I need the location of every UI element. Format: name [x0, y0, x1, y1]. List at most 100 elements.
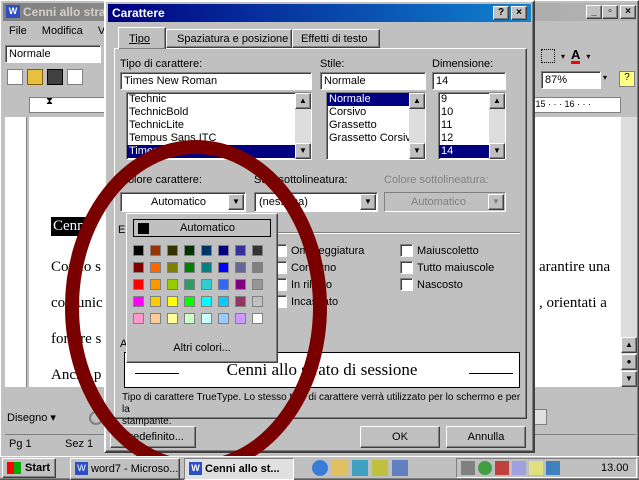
scroll-next-page-icon[interactable]: ▼ — [621, 371, 637, 387]
app-icon[interactable] — [392, 460, 408, 476]
tray-network-icon[interactable] — [461, 461, 475, 475]
color-swatch[interactable] — [201, 296, 212, 307]
scroll-up-icon[interactable]: ▲ — [295, 93, 311, 109]
tray-app-icon[interactable] — [546, 461, 560, 475]
tab-tipo[interactable]: Tipo — [118, 27, 166, 49]
print-icon[interactable] — [67, 69, 83, 85]
3d-icon[interactable] — [533, 409, 547, 425]
dropdown-arrow-icon[interactable]: ▾ — [586, 52, 590, 61]
color-swatch[interactable] — [201, 313, 212, 324]
color-swatch[interactable] — [235, 296, 246, 307]
task-word7[interactable]: W word7 - Microso... — [70, 458, 180, 480]
color-swatch[interactable] — [218, 262, 229, 273]
color-swatch[interactable] — [201, 279, 212, 290]
scroll-down-icon[interactable]: ▼ — [489, 143, 505, 159]
color-swatch[interactable] — [167, 313, 178, 324]
color-swatch[interactable] — [235, 279, 246, 290]
checkbox[interactable] — [400, 244, 413, 257]
zoom-dropdown-icon[interactable]: ▾ — [603, 73, 607, 82]
word-close-button[interactable]: × — [620, 5, 636, 19]
color-swatch[interactable] — [184, 313, 195, 324]
open-folder-icon[interactable] — [27, 69, 43, 85]
font-color-combobox[interactable]: Automatico ▼ — [120, 192, 246, 212]
dropdown-arrow-icon[interactable]: ▾ — [561, 52, 565, 61]
list-item[interactable]: TechnicLite — [127, 119, 311, 132]
effect-ombreggiatura[interactable]: Ombreggiatura — [274, 242, 394, 259]
style-combobox[interactable]: Normale — [5, 45, 101, 63]
start-button[interactable]: Start — [2, 458, 56, 478]
effect-contorno[interactable]: Contorno — [274, 259, 394, 276]
color-swatch[interactable] — [235, 313, 246, 324]
dropdown-arrow-icon[interactable]: ▼ — [360, 194, 376, 210]
effect-incassato[interactable]: Incassato — [274, 293, 394, 310]
palette-auto-button[interactable]: Automatico — [133, 219, 271, 237]
list-item[interactable]: TechnicBold — [127, 106, 311, 119]
color-swatch[interactable] — [167, 279, 178, 290]
size-list-scrollbar[interactable]: ▲ ▼ — [489, 93, 505, 159]
color-swatch[interactable] — [201, 245, 212, 256]
color-swatch[interactable] — [133, 313, 144, 324]
tray-speaker-icon[interactable] — [529, 461, 543, 475]
dialog-help-button[interactable]: ? — [493, 6, 509, 20]
tab-effetti[interactable]: Effetti di testo — [292, 29, 380, 48]
color-swatch[interactable] — [150, 279, 161, 290]
tab-spaziatura[interactable]: Spaziatura e posizione — [166, 29, 292, 48]
channels-icon[interactable] — [372, 460, 388, 476]
color-swatch[interactable] — [235, 262, 246, 273]
color-swatch[interactable] — [133, 279, 144, 290]
maximize-button[interactable]: ▫ — [602, 5, 618, 19]
font-name-input[interactable]: Times New Roman — [120, 72, 312, 90]
scroll-down-icon[interactable]: ▼ — [295, 143, 311, 159]
ok-button[interactable]: OK — [360, 426, 440, 448]
checkbox[interactable] — [400, 278, 413, 291]
tray-globe-icon[interactable] — [478, 461, 492, 475]
minimize-button[interactable]: _ — [586, 5, 602, 19]
palette-more-colors[interactable]: Altri colori... — [127, 342, 277, 354]
font-color-icon[interactable]: A — [571, 48, 581, 64]
task-cenni[interactable]: W Cenni allo st... — [184, 458, 294, 480]
style-list[interactable]: Normale Corsivo Grassetto Grassetto Cors… — [326, 92, 426, 160]
color-swatch[interactable] — [167, 262, 178, 273]
color-swatch[interactable] — [150, 313, 161, 324]
effect-maiuscoletto[interactable]: Maiuscoletto — [400, 242, 520, 259]
font-name-list[interactable]: Technic TechnicBold TechnicLite Tempus S… — [126, 92, 312, 160]
cancel-button[interactable]: Annulla — [446, 426, 526, 448]
color-swatch[interactable] — [218, 245, 229, 256]
default-button[interactable]: Predefinito... — [110, 426, 196, 448]
list-item-selected[interactable]: Times New Roman — [127, 145, 311, 158]
tray-antivirus-icon[interactable] — [495, 461, 509, 475]
color-swatch[interactable] — [184, 262, 195, 273]
dialog-close-button[interactable]: × — [511, 6, 527, 20]
color-swatch[interactable] — [201, 262, 212, 273]
rotate-icon[interactable] — [89, 411, 103, 425]
ie-icon[interactable] — [312, 460, 328, 476]
color-swatch[interactable] — [167, 296, 178, 307]
effect-in-rilievo[interactable]: In rilievo — [274, 276, 394, 293]
color-swatch[interactable] — [218, 313, 229, 324]
scroll-select-icon[interactable]: ● — [621, 354, 637, 370]
color-swatch[interactable] — [167, 245, 178, 256]
color-swatch[interactable] — [252, 262, 263, 273]
help-icon[interactable]: ? — [619, 71, 635, 87]
border-icon[interactable] — [541, 49, 555, 63]
outlook-icon[interactable] — [332, 460, 348, 476]
scroll-down-icon[interactable]: ▼ — [409, 143, 425, 159]
color-swatch[interactable] — [133, 262, 144, 273]
size-input[interactable]: 14 — [432, 72, 506, 90]
color-swatch[interactable] — [252, 313, 263, 324]
color-swatch[interactable] — [133, 296, 144, 307]
save-icon[interactable] — [47, 69, 63, 85]
color-swatch[interactable] — [252, 279, 263, 290]
dropdown-arrow-icon[interactable]: ▼ — [228, 194, 244, 210]
color-swatch[interactable] — [150, 262, 161, 273]
scroll-up-icon[interactable]: ▲ — [409, 93, 425, 109]
menu-file[interactable]: File — [9, 25, 27, 37]
color-swatch[interactable] — [184, 296, 195, 307]
color-swatch[interactable] — [235, 245, 246, 256]
zoom-combobox[interactable]: 87% — [541, 71, 601, 89]
color-swatch[interactable] — [150, 245, 161, 256]
list-item[interactable]: Technic — [127, 93, 311, 106]
color-swatch[interactable] — [150, 296, 161, 307]
menu-modifica[interactable]: Modifica — [42, 25, 83, 37]
color-swatch[interactable] — [252, 296, 263, 307]
